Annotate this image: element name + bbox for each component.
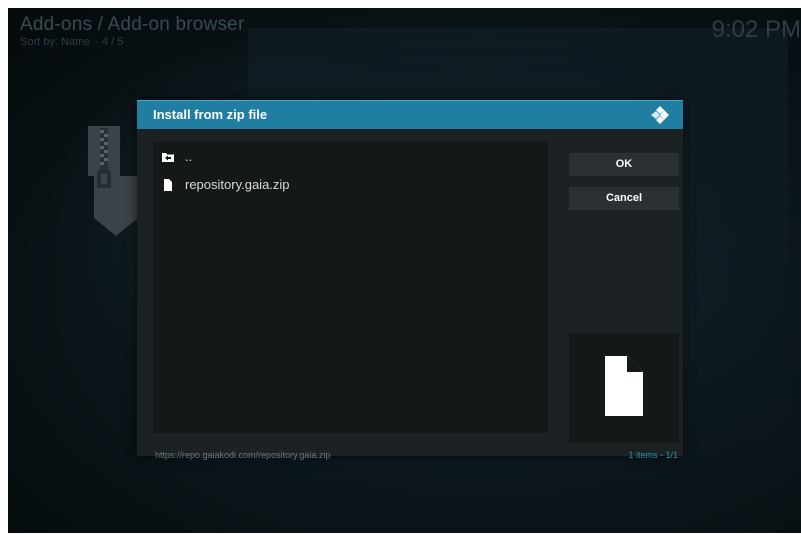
install-from-zip-dialog: Install from zip file .. repository.gaia… xyxy=(137,100,683,460)
file-preview-panel xyxy=(569,333,679,443)
folder-up-icon xyxy=(162,153,174,162)
list-item-repository-zip[interactable]: repository.gaia.zip xyxy=(153,172,548,198)
clock: 9:02 PM xyxy=(711,16,801,43)
dialog-title: Install from zip file xyxy=(153,107,268,122)
kodi-screen: Add-ons / Add-on browser Sort by: Name · 4… xyxy=(8,8,801,533)
sort-info: Sort by: Name · 4 / 5 xyxy=(20,36,124,48)
item-position: 4 / 5 xyxy=(101,36,124,48)
page-title: Add-ons / Add-on browser xyxy=(20,14,245,35)
sort-label: Sort by: Name xyxy=(20,36,91,48)
kodi-logo-icon xyxy=(651,106,669,124)
cancel-button[interactable]: Cancel xyxy=(569,187,679,210)
file-list[interactable]: .. repository.gaia.zip xyxy=(153,142,548,433)
file-icon xyxy=(164,179,172,191)
dialog-header: Install from zip file xyxy=(137,100,683,129)
selected-file-path: https://repo.gaiakodi.com/repository.gai… xyxy=(155,450,331,460)
list-item-label: .. xyxy=(185,149,193,164)
large-file-icon xyxy=(605,356,643,416)
list-item-parent-folder[interactable]: .. xyxy=(153,144,548,170)
list-item-label: repository.gaia.zip xyxy=(185,177,290,192)
item-count: 1 items - 1/1 xyxy=(628,450,678,460)
ok-button[interactable]: OK xyxy=(569,153,679,176)
